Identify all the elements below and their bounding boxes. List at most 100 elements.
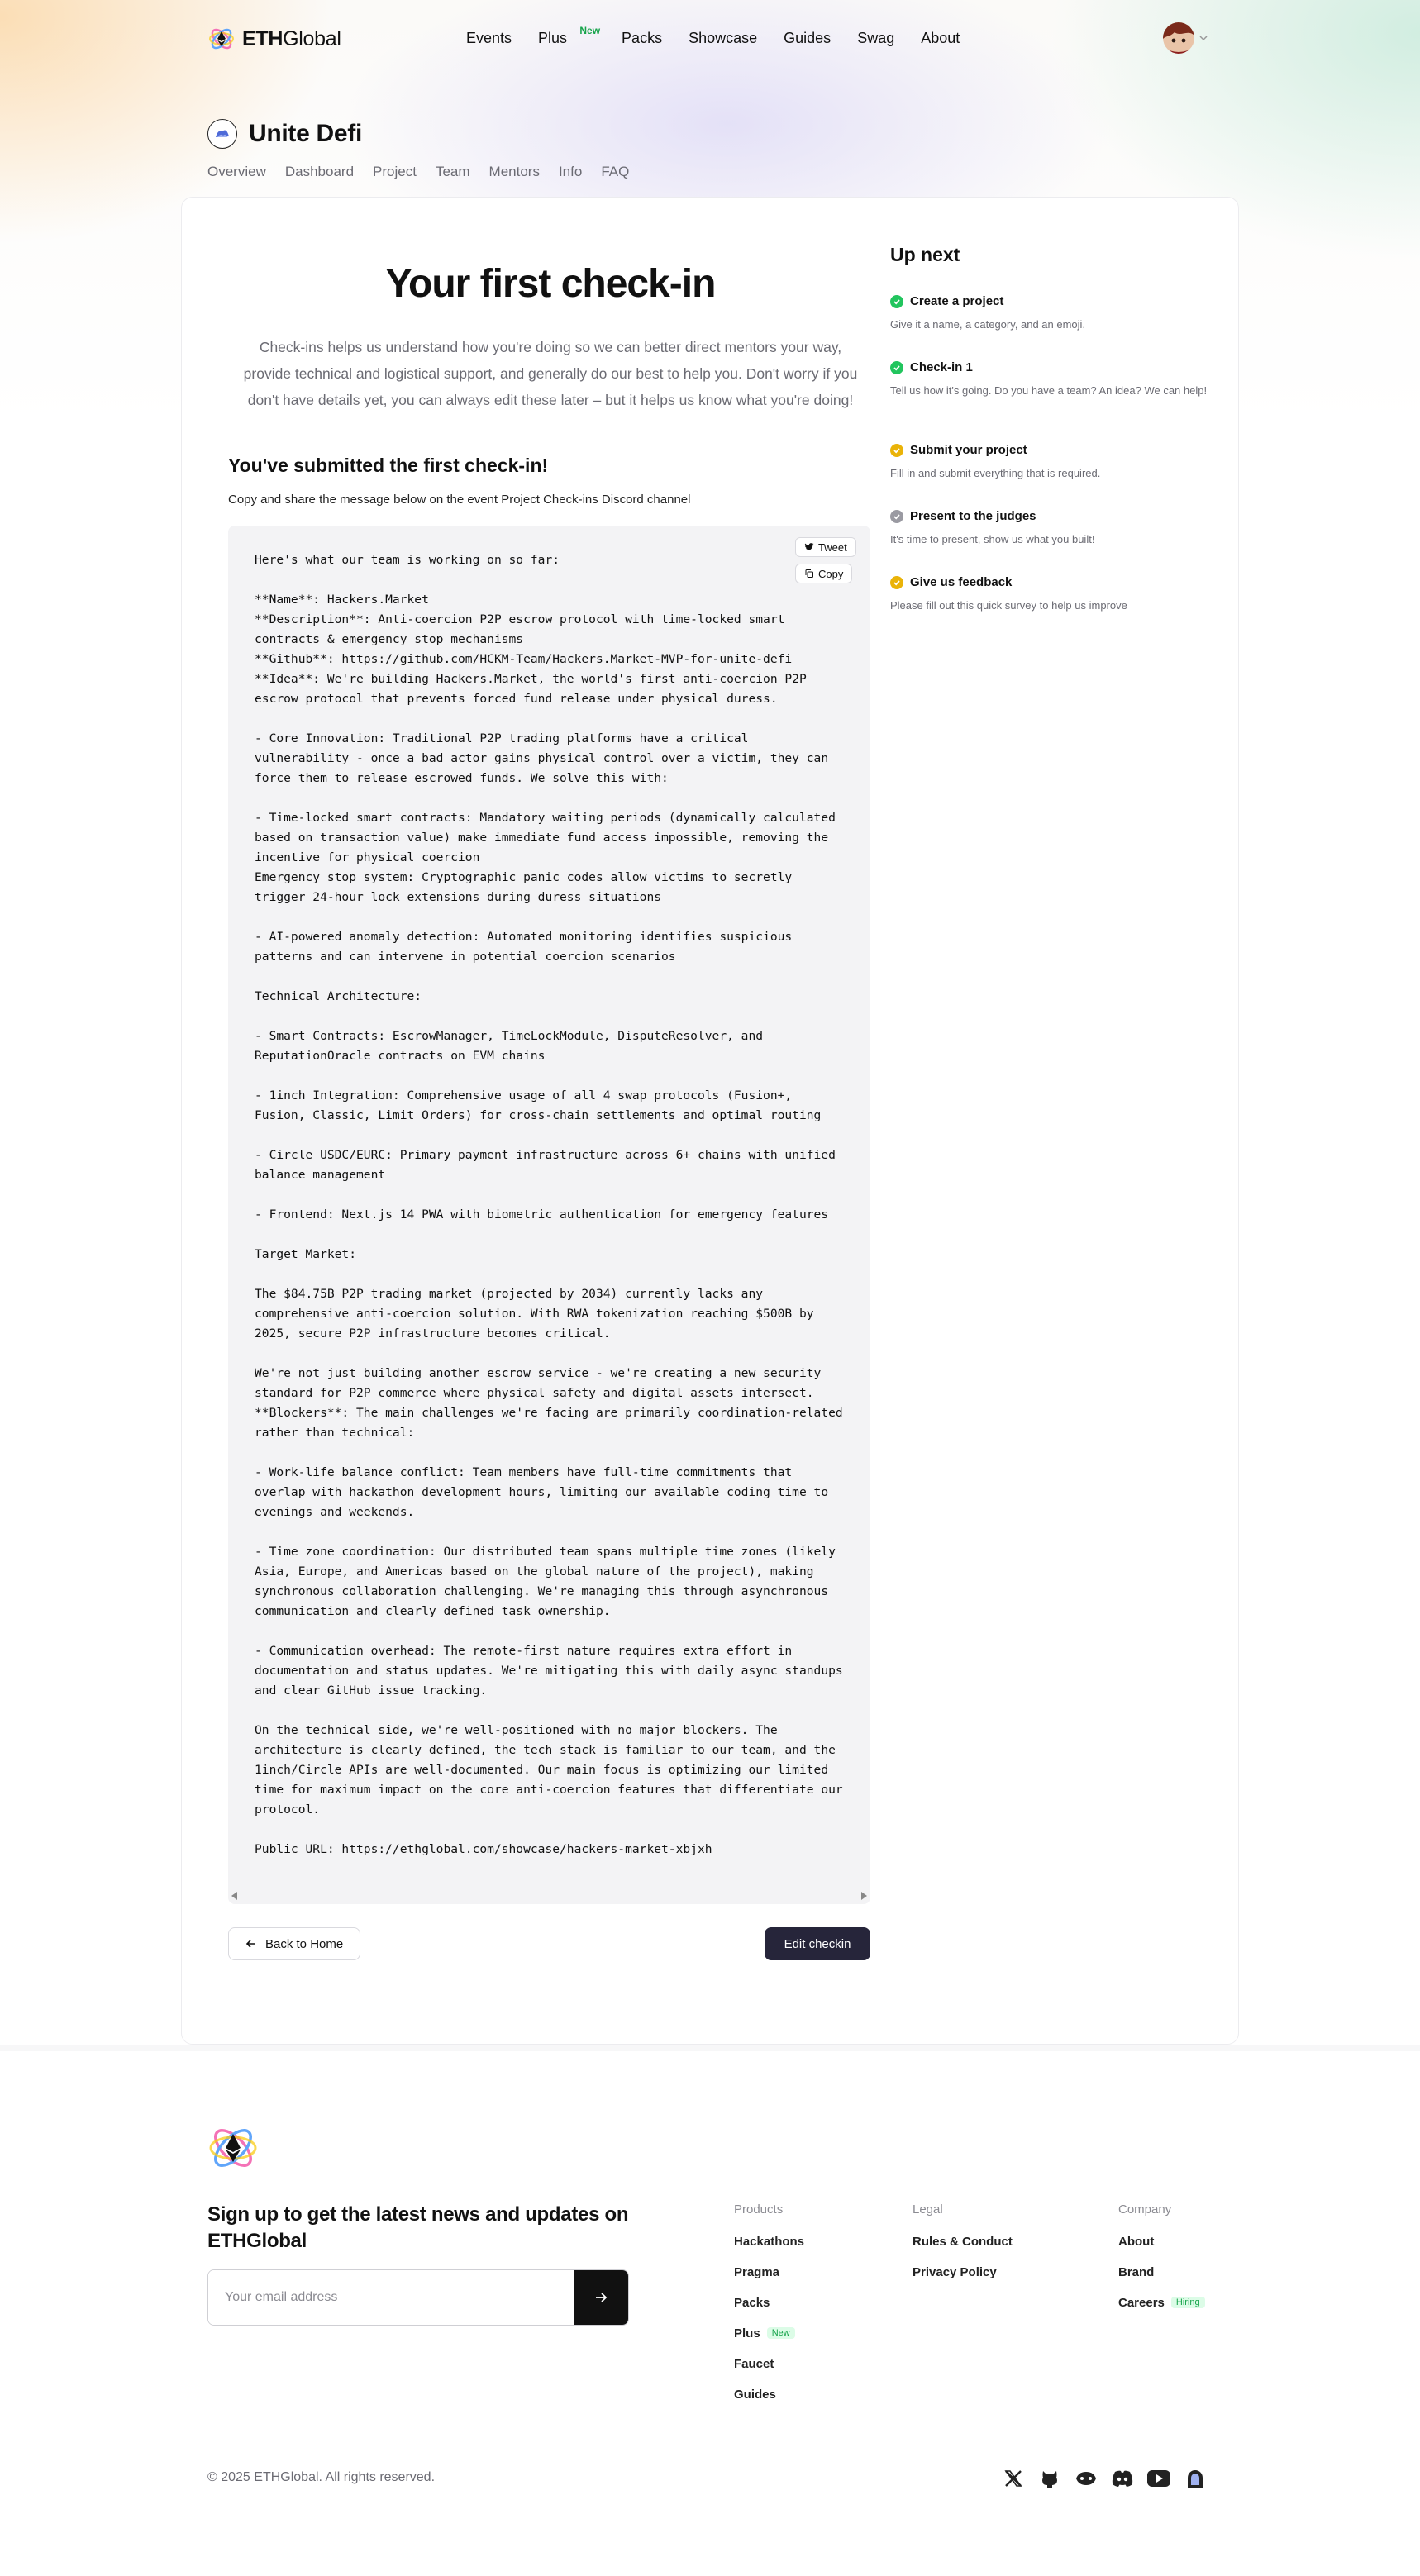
- farcaster-icon[interactable]: [1074, 2466, 1098, 2491]
- event-tabs: Overview Dashboard Project Team Mentors …: [207, 164, 629, 180]
- step-check-in-1[interactable]: Check-in 1 Tell us how it's going. Do yo…: [890, 360, 1213, 399]
- nav-swag[interactable]: Swag: [857, 30, 894, 47]
- newsletter-heading: Sign up to get the latest news and updat…: [207, 2203, 629, 2252]
- step-description: Please fill out this quick survey to hel…: [890, 599, 1127, 612]
- horizontal-scrollbar[interactable]: [228, 1888, 870, 1904]
- footer-company: Company About Brand Careers Hiring: [1118, 2202, 1205, 2326]
- step-description: It's time to present, show us what you b…: [890, 533, 1095, 545]
- footer-link-plus[interactable]: Plus New: [734, 2326, 804, 2357]
- tweet-label: Tweet: [818, 540, 847, 554]
- tab-project[interactable]: Project: [373, 164, 417, 180]
- new-badge: New: [766, 2327, 795, 2339]
- newsletter-form: [207, 2269, 629, 2326]
- footer-legal: Legal Rules & Conduct Privacy Policy: [913, 2202, 1013, 2296]
- locked-check-icon: [890, 509, 903, 523]
- up-next-title: Up next: [890, 244, 960, 265]
- back-label: Back to Home: [265, 1936, 344, 1951]
- scroll-left-icon[interactable]: [231, 1892, 237, 1900]
- discord-icon[interactable]: [1110, 2466, 1135, 2491]
- step-title: Present to the judges: [910, 509, 1036, 523]
- nav-plus[interactable]: Plus New: [538, 25, 600, 47]
- checkin-message[interactable]: Here's what our team is working on so fa…: [255, 550, 858, 1859]
- step-description: Fill in and submit everything that is re…: [890, 467, 1101, 479]
- step-create-project[interactable]: Create a project Give it a name, a categ…: [890, 294, 1213, 333]
- avatar: [1163, 22, 1194, 54]
- event-logo-icon: [207, 119, 237, 149]
- step-title: Create a project: [910, 294, 1004, 308]
- footer-column-title: Legal: [913, 2202, 943, 2217]
- footer-link-brand[interactable]: Brand: [1118, 2265, 1205, 2296]
- top-header: ETHGlobal Events Plus New Packs Showcase …: [0, 0, 1420, 79]
- pending-check-icon: [890, 575, 903, 589]
- pending-check-icon: [890, 443, 903, 457]
- nav-packs[interactable]: Packs: [622, 30, 662, 47]
- nav-about[interactable]: About: [921, 30, 960, 47]
- footer-link-careers[interactable]: Careers Hiring: [1118, 2296, 1205, 2326]
- mirror-icon[interactable]: [1183, 2466, 1208, 2491]
- footer-products: Products Hackathons Pragma Packs Plus New…: [734, 2202, 804, 2418]
- scroll-right-icon[interactable]: [861, 1892, 867, 1900]
- tab-faq[interactable]: FAQ: [601, 164, 629, 180]
- footer-link-rules[interactable]: Rules & Conduct: [913, 2235, 1013, 2265]
- tab-overview[interactable]: Overview: [207, 164, 266, 180]
- tab-info[interactable]: Info: [559, 164, 582, 180]
- copy-label: Copy: [818, 567, 844, 580]
- arrow-left-icon: [245, 1940, 255, 1948]
- footer-link-guides[interactable]: Guides: [734, 2388, 804, 2418]
- back-to-home-button[interactable]: Back to Home: [228, 1927, 361, 1960]
- copy-icon: [805, 569, 813, 578]
- email-submit-button[interactable]: [574, 2270, 628, 2325]
- footer-link-privacy[interactable]: Privacy Policy: [913, 2265, 1013, 2296]
- copyright: © 2025 ETHGlobal. All rights reserved.: [207, 2470, 436, 2484]
- footer-link-label: Careers: [1118, 2296, 1165, 2310]
- footer-link-packs[interactable]: Packs: [734, 2296, 804, 2326]
- new-badge: New: [579, 25, 601, 36]
- nav-plus-label: Plus: [538, 30, 568, 46]
- tweet-button[interactable]: Tweet: [795, 537, 856, 557]
- nav-events[interactable]: Events: [466, 30, 512, 47]
- step-title: Give us feedback: [910, 575, 1013, 589]
- x-icon[interactable]: [1001, 2466, 1026, 2491]
- main-nav: Events Plus New Packs Showcase Guides Swa…: [466, 25, 986, 47]
- submitted-title: You've submitted the first check-in!: [228, 455, 549, 476]
- ethglobal-footer-logo-icon: [209, 2129, 257, 2167]
- step-submit-project[interactable]: Submit your project Fill in and submit e…: [890, 443, 1213, 482]
- tab-team[interactable]: Team: [436, 164, 470, 180]
- copy-button[interactable]: Copy: [795, 564, 853, 583]
- chevron-down-icon: [1199, 36, 1208, 41]
- page-title: Your first check-in: [385, 262, 717, 306]
- twitter-icon: [804, 543, 814, 551]
- step-give-feedback[interactable]: Give us feedback Please fill out this qu…: [890, 575, 1213, 614]
- submitted-description: Copy and share the message below on the …: [228, 493, 691, 507]
- github-icon[interactable]: [1037, 2466, 1062, 2491]
- ethglobal-logo[interactable]: ETHGlobal: [207, 25, 341, 53]
- ethglobal-logo-icon: [209, 28, 234, 50]
- checkin-message-box[interactable]: Here's what our team is working on so fa…: [228, 526, 870, 1904]
- intro-text: Check-ins helps us understand how you're…: [243, 339, 858, 408]
- email-input[interactable]: [208, 2270, 574, 2325]
- step-present-judges[interactable]: Present to the judges It's time to prese…: [890, 509, 1213, 548]
- footer-link-pragma[interactable]: Pragma: [734, 2265, 804, 2296]
- tab-mentors[interactable]: Mentors: [489, 164, 540, 180]
- youtube-icon[interactable]: [1146, 2466, 1171, 2491]
- check-circle-icon: [890, 294, 903, 308]
- footer-link-hackathons[interactable]: Hackathons: [734, 2235, 804, 2265]
- tab-dashboard[interactable]: Dashboard: [285, 164, 354, 180]
- step-title: Check-in 1: [910, 360, 973, 374]
- arrow-right-icon: [596, 2293, 608, 2302]
- step-title: Submit your project: [910, 443, 1027, 457]
- hiring-badge: Hiring: [1170, 2297, 1205, 2308]
- edit-checkin-button[interactable]: Edit checkin: [765, 1927, 870, 1960]
- nav-showcase[interactable]: Showcase: [689, 30, 757, 47]
- step-description: Tell us how it's going. Do you have a te…: [890, 384, 1208, 397]
- step-description: Give it a name, a category, and an emoji…: [890, 318, 1086, 331]
- user-menu[interactable]: [1163, 22, 1209, 54]
- nav-guides[interactable]: Guides: [784, 30, 831, 47]
- footer-link-label: Plus: [734, 2326, 760, 2340]
- logo-text: ETHGlobal: [242, 26, 341, 50]
- footer-link-about[interactable]: About: [1118, 2235, 1205, 2265]
- footer-column-title: Products: [734, 2202, 784, 2217]
- social-links: [1001, 2466, 1208, 2491]
- event-heading: Unite Defi: [207, 119, 362, 149]
- footer-link-faucet[interactable]: Faucet: [734, 2357, 804, 2388]
